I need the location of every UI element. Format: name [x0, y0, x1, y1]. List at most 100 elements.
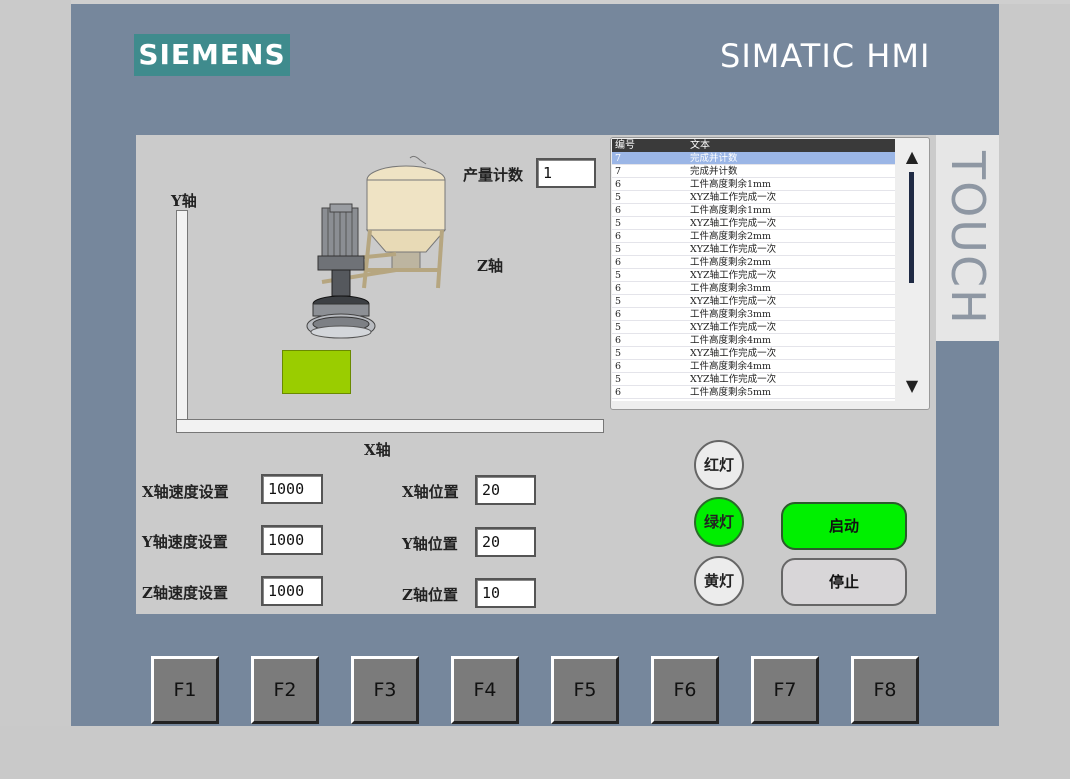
alarm-row[interactable]: 6 工件高度剩余5mm — [612, 386, 895, 399]
function-key-f1[interactable]: F1 — [151, 656, 219, 724]
stop-button[interactable]: 停止 — [781, 558, 907, 606]
start-button[interactable]: 启动 — [781, 502, 907, 550]
alarm-row[interactable]: 6 工件高度剩余4mm — [612, 334, 895, 347]
green-lamp: 绿灯 — [694, 497, 744, 547]
alarm-row-id: 5 — [615, 218, 622, 229]
y-position-label: Y轴位置 — [402, 535, 458, 553]
alarm-row-text: 工件高度剩余3mm — [690, 309, 772, 320]
yellow-lamp: 黄灯 — [694, 556, 744, 606]
x-speed-label: X轴速度设置 — [142, 483, 229, 501]
bottom-margin — [0, 726, 1070, 779]
production-count-label: 产量计数 — [463, 166, 524, 184]
x-position-label: X轴位置 — [402, 483, 459, 501]
alarm-row[interactable]: 7 完成并计数 — [612, 152, 895, 165]
scroll-down-icon[interactable]: ▼ — [900, 376, 924, 395]
alarm-row[interactable]: 5 XYZ轴工作完成一次 — [612, 347, 895, 360]
production-count-field[interactable]: 1 — [536, 158, 596, 188]
alarm-row-id: 5 — [615, 244, 622, 255]
x-position-field[interactable]: 20 — [475, 475, 536, 505]
alarm-row-text: XYZ轴工作完成一次 — [690, 374, 777, 385]
y-position-field[interactable]: 20 — [475, 527, 536, 557]
alarm-row-text: 工件高度剩余3mm — [690, 283, 772, 294]
y-speed-field[interactable]: 1000 — [261, 525, 323, 555]
alarm-row-id: 6 — [615, 179, 622, 190]
alarm-row-text: 工件高度剩余4mm — [690, 361, 772, 372]
z-position-label: Z轴位置 — [402, 586, 458, 604]
alarm-row[interactable]: 6 工件高度剩余3mm — [612, 308, 895, 321]
alarm-row-id: 7 — [615, 153, 622, 164]
z-position-field[interactable]: 10 — [475, 578, 536, 608]
workpiece — [282, 350, 351, 394]
y-axis-rail — [176, 210, 188, 420]
alarm-row-text: XYZ轴工作完成一次 — [690, 322, 777, 333]
alarm-row[interactable]: 6 工件高度剩余2mm — [612, 230, 895, 243]
function-key-f6[interactable]: F6 — [651, 656, 719, 724]
red-lamp: 红灯 — [694, 440, 744, 490]
z-speed-label: Z轴速度设置 — [142, 584, 228, 602]
alarm-row[interactable]: 5 XYZ轴工作完成一次 — [612, 191, 895, 204]
alarm-row[interactable]: 5 XYZ轴工作完成一次 — [612, 295, 895, 308]
scroll-up-icon[interactable]: ▲ — [900, 147, 924, 166]
alarm-row[interactable]: 5 XYZ轴工作完成一次 — [612, 269, 895, 282]
column-header-text[interactable]: 文本 — [688, 139, 895, 152]
alarm-row[interactable]: 5 XYZ轴工作完成一次 — [612, 321, 895, 334]
alarm-row[interactable]: 6 工件高度剩余1mm — [612, 178, 895, 191]
alarm-row-id: 5 — [615, 322, 622, 333]
alarm-row-text: 工件高度剩余1mm — [690, 179, 772, 190]
function-key-f2[interactable]: F2 — [251, 656, 319, 724]
y-speed-label: Y轴速度设置 — [142, 533, 228, 551]
product-title: SIMATIC HMI — [720, 37, 931, 75]
alarm-row-text: XYZ轴工作完成一次 — [690, 192, 777, 203]
alarm-row-text: 工件高度剩余5mm — [690, 387, 772, 398]
alarm-table[interactable]: 编号 文本 7 完成并计数 7 完成并计数 6 工件高度剩余1mm 5 XYZ轴工作完成一次 6… — [612, 139, 895, 401]
alarm-row-id: 6 — [615, 335, 622, 346]
alarm-row-id: 6 — [615, 231, 622, 242]
alarm-row-text: 完成并计数 — [690, 166, 738, 177]
touch-label: TOUCH — [941, 150, 995, 326]
alarm-row-id: 7 — [615, 166, 622, 177]
alarm-row[interactable]: 6 工件高度剩余2mm — [612, 256, 895, 269]
alarm-row-text: XYZ轴工作完成一次 — [690, 218, 777, 229]
alarm-row-id: 6 — [615, 283, 622, 294]
left-margin — [0, 0, 71, 779]
alarm-row-text: XYZ轴工作完成一次 — [690, 348, 777, 359]
alarm-row[interactable]: 5 XYZ轴工作完成一次 — [612, 243, 895, 256]
alarm-row-id: 6 — [615, 257, 622, 268]
alarm-row-id: 5 — [615, 270, 622, 281]
alarm-row-text: XYZ轴工作完成一次 — [690, 270, 777, 281]
alarm-row[interactable]: 6 工件高度剩余1mm — [612, 204, 895, 217]
function-key-f5[interactable]: F5 — [551, 656, 619, 724]
alarm-row-id: 5 — [615, 192, 622, 203]
column-header-id[interactable]: 编号 — [612, 139, 688, 152]
alarm-rows: 7 完成并计数 7 完成并计数 6 工件高度剩余1mm 5 XYZ轴工作完成一次 6 工件高度剩余… — [612, 152, 895, 399]
function-key-f3[interactable]: F3 — [351, 656, 419, 724]
x-axis-label: X轴 — [364, 441, 391, 459]
right-margin — [999, 4, 1070, 779]
alarm-row-text: 工件高度剩余2mm — [690, 231, 772, 242]
alarm-row-id: 6 — [615, 309, 622, 320]
alarm-row-text: 工件高度剩余2mm — [690, 257, 772, 268]
function-key-f4[interactable]: F4 — [451, 656, 519, 724]
alarm-row[interactable]: 6 工件高度剩余4mm — [612, 360, 895, 373]
alarm-row-text: 完成并计数 — [690, 153, 738, 164]
x-speed-field[interactable]: 1000 — [261, 474, 323, 504]
alarm-row-text: 工件高度剩余4mm — [690, 335, 772, 346]
alarm-row[interactable]: 6 工件高度剩余3mm — [612, 282, 895, 295]
alarm-row[interactable]: 5 XYZ轴工作完成一次 — [612, 373, 895, 386]
alarm-row[interactable]: 5 XYZ轴工作完成一次 — [612, 217, 895, 230]
scrollbar-thumb[interactable] — [909, 172, 914, 283]
alarm-row-id: 6 — [615, 387, 622, 398]
machine-illustration — [306, 155, 446, 339]
z-axis-label: Z轴 — [477, 257, 503, 275]
alarm-row-text: 工件高度剩余1mm — [690, 205, 772, 216]
alarm-row-id: 5 — [615, 296, 622, 307]
alarm-row-id: 5 — [615, 374, 622, 385]
z-speed-field[interactable]: 1000 — [261, 576, 323, 606]
function-key-f7[interactable]: F7 — [751, 656, 819, 724]
siemens-logo: SIEMENS — [134, 34, 290, 76]
y-axis-label: Y轴 — [171, 192, 197, 210]
alarm-row[interactable]: 7 完成并计数 — [612, 165, 895, 178]
x-axis-rail — [176, 419, 604, 433]
alarm-row-id: 6 — [615, 205, 622, 216]
function-key-f8[interactable]: F8 — [851, 656, 919, 724]
